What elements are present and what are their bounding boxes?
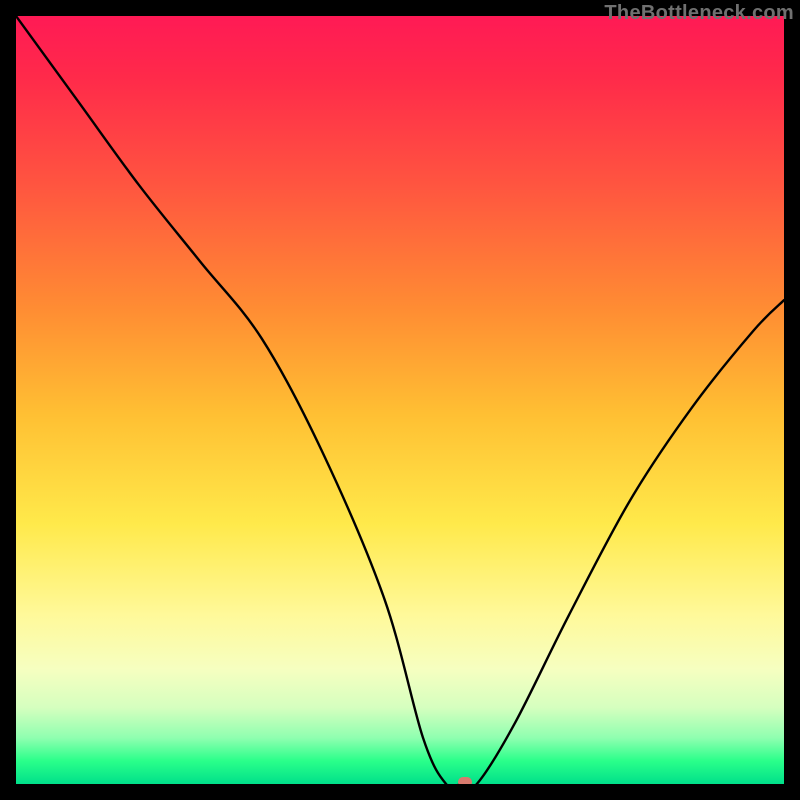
watermark-text: TheBottleneck.com: [604, 2, 794, 25]
frame: TheBottleneck.com: [0, 0, 800, 800]
optimum-marker: [458, 777, 472, 784]
plot-area: [16, 16, 784, 784]
bottleneck-curve: [16, 16, 784, 784]
